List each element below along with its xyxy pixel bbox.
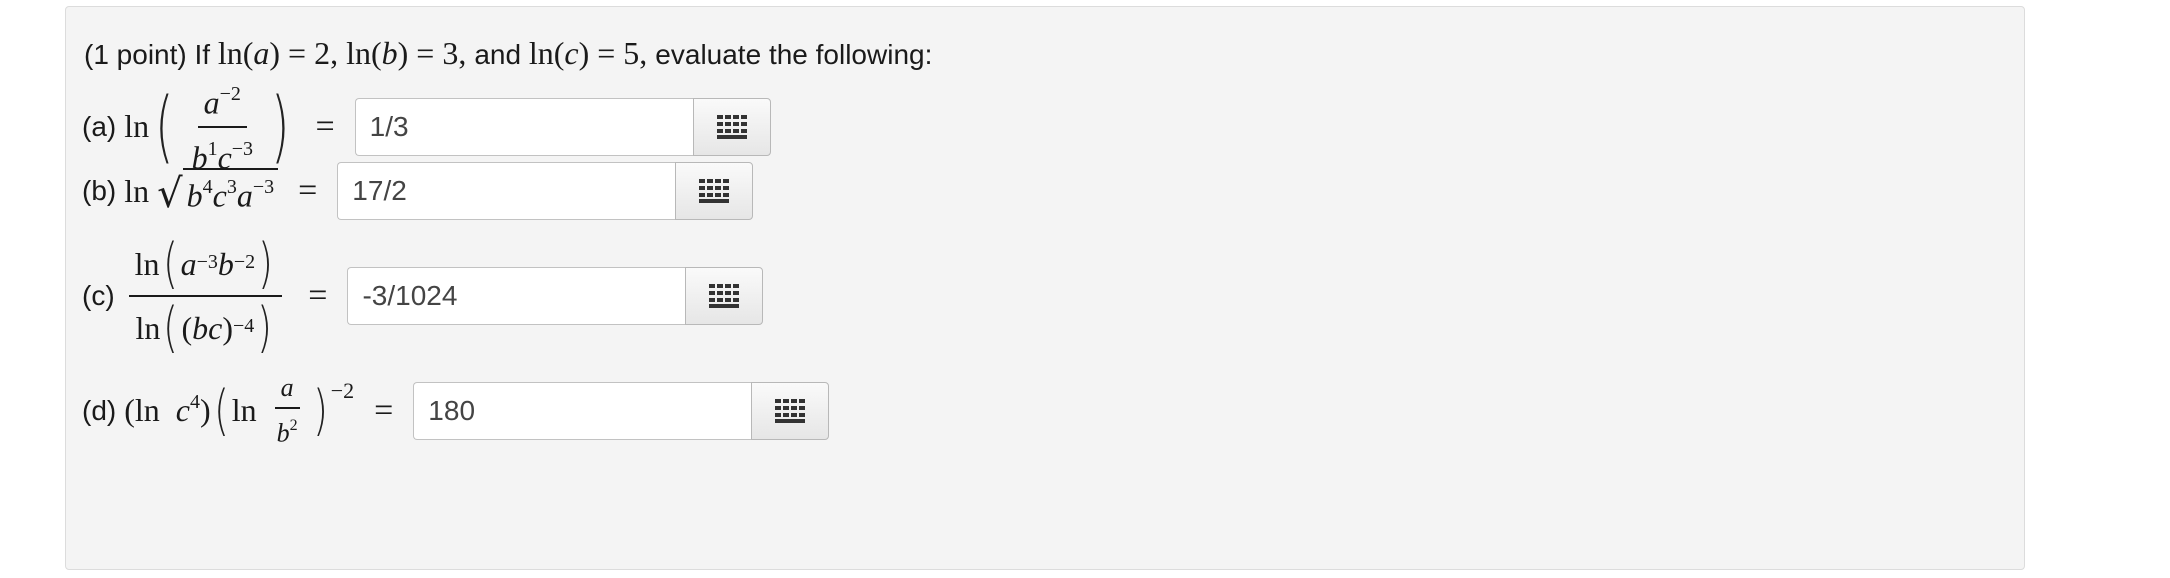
keypad-grid-icon	[775, 398, 806, 423]
equals-sign: =	[298, 172, 318, 209]
equals-sign: =	[308, 277, 328, 314]
part-d-answer-group: 180	[413, 381, 830, 440]
part-d-label: (d)	[82, 394, 117, 426]
part-d-expression: (ln c4) ( ln a b2 ) −2	[124, 373, 355, 448]
part-c-label: (c)	[82, 280, 115, 311]
part-d-keypad-button[interactable]	[751, 381, 830, 440]
part-b-keypad-button[interactable]	[675, 162, 754, 220]
condition-ln-b: ln(b) = 3,	[346, 35, 475, 71]
part-a-answer-group: 1/3	[354, 97, 771, 156]
part-c-answer-group: -3/1024	[347, 267, 764, 325]
part-d-answer-input[interactable]: 180	[413, 381, 752, 440]
condition-ln-a: ln(a) = 2,	[217, 35, 347, 71]
intro-prefix: (1 point) If	[84, 39, 218, 70]
part-a-answer-input[interactable]: 1/3	[354, 97, 693, 156]
part-d: (d) (ln c4) ( ln a b2 ) −2 = 180	[82, 373, 830, 449]
part-c-expression: ln(a −3 b −2) ln((bc) −4)	[123, 237, 289, 355]
keypad-grid-icon	[709, 284, 740, 308]
part-b-answer-input[interactable]: 17/2	[337, 162, 676, 220]
equals-sign: =	[374, 391, 394, 429]
intro-and: and	[474, 39, 529, 70]
intro-suffix: evaluate the following:	[655, 39, 933, 70]
part-c-answer-input[interactable]: -3/1024	[347, 267, 686, 325]
part-b-label: (b)	[82, 175, 117, 206]
problem-statement: (1 point) If ln(a) = 2, ln(b) = 3, and l…	[84, 33, 932, 75]
part-a-label: (a)	[82, 110, 117, 142]
keypad-grid-icon	[716, 114, 747, 139]
problem-panel: (1 point) If ln(a) = 2, ln(b) = 3, and l…	[65, 6, 2025, 570]
part-c-keypad-button[interactable]	[685, 267, 764, 325]
part-c: (c) ln(a −3 b −2) ln((bc) −4) = -3/1024	[82, 237, 764, 355]
equals-sign: =	[315, 107, 335, 145]
part-b-answer-group: 17/2	[337, 162, 754, 220]
part-b: (b) ln √ b4c3a−3 = 17/2	[82, 162, 754, 220]
keypad-grid-icon	[699, 179, 730, 203]
part-a-keypad-button[interactable]	[692, 97, 771, 156]
condition-ln-c: ln(c) = 5,	[528, 35, 656, 71]
part-b-expression: ln √ b4c3a−3	[124, 167, 279, 214]
